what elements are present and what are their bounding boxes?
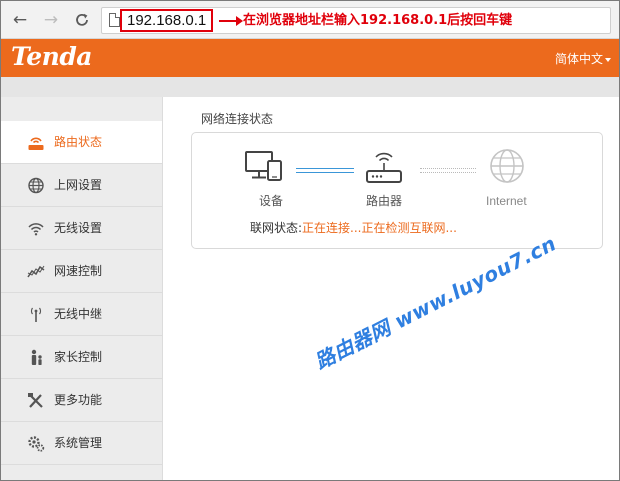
sidebar-item-label: 系统管理 xyxy=(54,436,103,450)
router-label: 路由器 xyxy=(366,194,403,208)
internet-label: Internet xyxy=(486,194,527,208)
network-status-value: 正在连接...正在检测互联网... xyxy=(302,221,457,235)
section-title: 网络连接状态 xyxy=(201,112,274,126)
antenna-icon xyxy=(27,306,45,323)
globe-icon xyxy=(27,177,45,194)
network-status-label: 联网状态: xyxy=(250,221,303,235)
device-label: 设备 xyxy=(259,194,284,208)
page-frame: ← → 192.168.0.1 在浏览器地址栏输入192.168.0.1后按回车… xyxy=(0,0,620,481)
sidebar-item-internet-settings[interactable]: 上网设置 xyxy=(1,164,162,207)
sidebar-item-system-management[interactable]: 系统管理 xyxy=(1,422,162,465)
back-icon[interactable]: ← xyxy=(9,9,31,31)
language-label: 简体中文 xyxy=(554,52,603,66)
network-status: 联网状态:正在连接...正在检测互联网... xyxy=(250,221,457,235)
sidebar-item-label: 家长控制 xyxy=(54,350,103,364)
address-bar[interactable]: 192.168.0.1 在浏览器地址栏输入192.168.0.1后按回车键 xyxy=(101,7,611,34)
tenda-logo: Tenda xyxy=(11,42,93,71)
connection-line-inactive xyxy=(420,168,476,173)
sidebar-item-label: 更多功能 xyxy=(54,393,103,407)
language-selector[interactable]: 简体中文 xyxy=(555,52,611,66)
gears-icon xyxy=(27,435,45,452)
router-header: Tenda 简体中文 xyxy=(1,39,619,77)
sidebar-item-label: 无线中继 xyxy=(54,307,103,321)
sidebar-item-router-status[interactable]: 路由状态 xyxy=(1,121,162,164)
annotation-text: 在浏览器地址栏输入192.168.0.1后按回车键 xyxy=(243,13,513,28)
sidebar: 路由状态 上网设置 无线设置 网速控制 无线中继 家长控制 更多功能 系统管理 xyxy=(1,97,163,480)
device-icon xyxy=(244,149,286,187)
browser-toolbar: ← → 192.168.0.1 在浏览器地址栏输入192.168.0.1后按回车… xyxy=(1,1,619,39)
family-icon xyxy=(27,349,45,366)
sidebar-item-more-features[interactable]: 更多功能 xyxy=(1,379,162,422)
speed-chart-icon xyxy=(27,263,45,280)
wifi-icon xyxy=(27,220,45,237)
sidebar-item-wireless-repeater[interactable]: 无线中继 xyxy=(1,293,162,336)
reload-icon[interactable] xyxy=(71,9,93,31)
header-subbar xyxy=(1,77,619,97)
internet-globe-icon xyxy=(487,147,527,189)
sidebar-item-parental-control[interactable]: 家长控制 xyxy=(1,336,162,379)
sidebar-item-label: 无线设置 xyxy=(54,221,103,235)
router-status-icon xyxy=(27,134,45,151)
chevron-down-icon xyxy=(605,57,611,62)
red-arrow-icon xyxy=(219,16,243,26)
forward-icon[interactable]: → xyxy=(40,9,62,31)
sidebar-item-label: 上网设置 xyxy=(54,178,103,192)
sidebar-item-speed-control[interactable]: 网速控制 xyxy=(1,250,162,293)
sidebar-item-label: 网速控制 xyxy=(54,264,103,278)
router-icon xyxy=(364,147,404,189)
watermark-text: 路由器网 www.luyou7.cn xyxy=(310,231,561,374)
sidebar-item-label: 路由状态 xyxy=(54,135,103,149)
url-text[interactable]: 192.168.0.1 xyxy=(120,9,214,32)
page-icon xyxy=(109,13,120,27)
connection-line-active xyxy=(296,168,354,173)
tools-icon xyxy=(27,392,45,409)
sidebar-item-wireless-settings[interactable]: 无线设置 xyxy=(1,207,162,250)
